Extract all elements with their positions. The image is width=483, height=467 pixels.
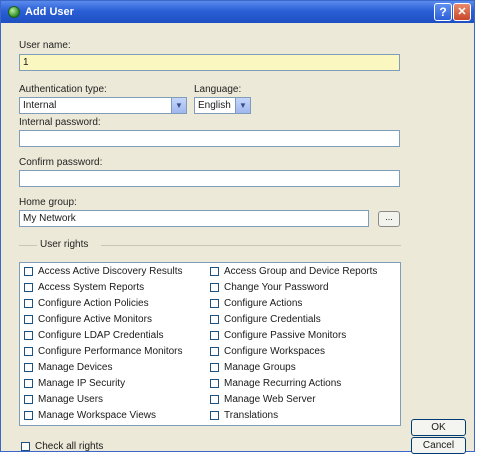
right-label: Configure Passive Monitors	[224, 330, 347, 341]
dialog-title: Add User	[25, 6, 74, 18]
user-name-label: User name:	[19, 40, 71, 51]
ok-button[interactable]: OK	[411, 419, 466, 436]
group-divider	[19, 245, 37, 246]
confirm-password-label: Confirm password:	[19, 157, 103, 168]
right-label: Configure Actions	[224, 298, 303, 309]
checkbox[interactable]	[24, 299, 33, 308]
cancel-button[interactable]: Cancel	[411, 437, 466, 454]
right-label: Manage Devices	[38, 362, 113, 373]
internal-password-input[interactable]	[19, 130, 400, 147]
checkbox[interactable]	[24, 331, 33, 340]
checkbox[interactable]	[210, 315, 219, 324]
chevron-down-icon[interactable]: ▼	[171, 98, 186, 113]
right-item[interactable]: Configure Active Monitors	[24, 314, 152, 328]
right-label: Manage Groups	[224, 362, 296, 373]
right-item[interactable]: Access System Reports	[24, 282, 144, 296]
check-all-label: Check all rights	[35, 441, 104, 452]
chevron-down-icon[interactable]: ▼	[235, 98, 250, 113]
right-item[interactable]: Configure Performance Monitors	[24, 346, 183, 360]
checkbox[interactable]	[210, 379, 219, 388]
checkbox[interactable]	[210, 395, 219, 404]
checkbox[interactable]	[210, 267, 219, 276]
checkbox[interactable]	[24, 267, 33, 276]
internal-password-label: Internal password:	[19, 117, 101, 128]
right-item[interactable]: Change Your Password	[210, 282, 329, 296]
browse-button[interactable]: ...	[378, 211, 400, 227]
app-icon	[8, 6, 20, 18]
right-item[interactable]: Manage Recurring Actions	[210, 378, 341, 392]
right-item[interactable]: Configure LDAP Credentials	[24, 330, 163, 344]
right-label: Configure Credentials	[224, 314, 321, 325]
checkbox[interactable]	[24, 347, 33, 356]
right-label: Configure LDAP Credentials	[38, 330, 164, 341]
right-item[interactable]: Configure Workspaces	[210, 346, 325, 360]
confirm-password-input[interactable]	[19, 170, 400, 187]
right-label: Manage Workspace Views	[38, 410, 157, 421]
auth-type-select[interactable]: Internal ▼	[19, 97, 187, 114]
language-value: English	[198, 100, 231, 111]
checkbox[interactable]	[210, 347, 219, 356]
user-rights-list: Access Active Discovery Results Access Sy…	[19, 262, 401, 426]
auth-type-label: Authentication type:	[19, 84, 107, 95]
checkbox[interactable]	[210, 363, 219, 372]
right-item[interactable]: Manage Users	[24, 394, 103, 408]
right-label: Access Active Discovery Results	[38, 266, 183, 277]
right-label: Change Your Password	[224, 282, 329, 293]
checkbox[interactable]	[210, 331, 219, 340]
close-button[interactable]: ✕	[453, 3, 471, 21]
checkbox[interactable]	[24, 363, 33, 372]
help-button[interactable]: ?	[434, 3, 452, 21]
right-item[interactable]: Manage Devices	[24, 362, 112, 376]
right-label: Manage Web Server	[224, 394, 316, 405]
checkbox[interactable]	[24, 411, 33, 420]
checkbox[interactable]	[210, 299, 219, 308]
checkbox[interactable]	[24, 395, 33, 404]
right-item[interactable]: Access Active Discovery Results	[24, 266, 183, 280]
language-label: Language:	[194, 84, 242, 95]
right-item[interactable]: Translations	[210, 410, 278, 424]
right-item[interactable]: Access Group and Device Reports	[210, 266, 377, 280]
right-label: Access Group and Device Reports	[224, 266, 378, 277]
checkbox[interactable]	[24, 379, 33, 388]
right-item[interactable]: Manage IP Security	[24, 378, 125, 392]
home-group-input[interactable]: My Network	[19, 210, 369, 227]
language-select[interactable]: English ▼	[194, 97, 251, 114]
user-rights-heading: User rights	[37, 239, 92, 250]
right-item[interactable]: Configure Action Policies	[24, 298, 149, 312]
checkbox[interactable]	[24, 315, 33, 324]
right-item[interactable]: Manage Workspace Views	[24, 410, 156, 424]
right-label: Configure Workspaces	[224, 346, 325, 357]
checkbox[interactable]	[21, 441, 30, 451]
home-group-label: Home group:	[19, 197, 77, 208]
add-user-dialog: Add User ? ✕ User name: 1 Authentication…	[0, 0, 475, 454]
checkbox[interactable]	[210, 411, 219, 420]
right-item[interactable]: Configure Passive Monitors	[210, 330, 346, 344]
checkbox[interactable]	[24, 283, 33, 292]
title-bar[interactable]: Add User ? ✕	[1, 1, 474, 23]
group-divider	[101, 245, 401, 246]
check-all-rights[interactable]: Check all rights	[21, 441, 103, 452]
user-name-input[interactable]: 1	[19, 54, 400, 71]
right-label: Translations	[224, 410, 279, 421]
checkbox[interactable]	[210, 283, 219, 292]
right-item[interactable]: Manage Groups	[210, 362, 296, 376]
right-label: Manage Recurring Actions	[224, 378, 342, 389]
right-label: Manage Users	[38, 394, 104, 405]
right-item[interactable]: Manage Web Server	[210, 394, 316, 408]
right-label: Configure Active Monitors	[38, 314, 152, 325]
right-label: Manage IP Security	[38, 378, 126, 389]
auth-type-value: Internal	[23, 100, 57, 111]
right-label: Access System Reports	[38, 282, 145, 293]
right-item[interactable]: Configure Actions	[210, 298, 302, 312]
right-item[interactable]: Configure Credentials	[210, 314, 321, 328]
right-label: Configure Performance Monitors	[38, 346, 183, 357]
right-label: Configure Action Policies	[38, 298, 149, 309]
